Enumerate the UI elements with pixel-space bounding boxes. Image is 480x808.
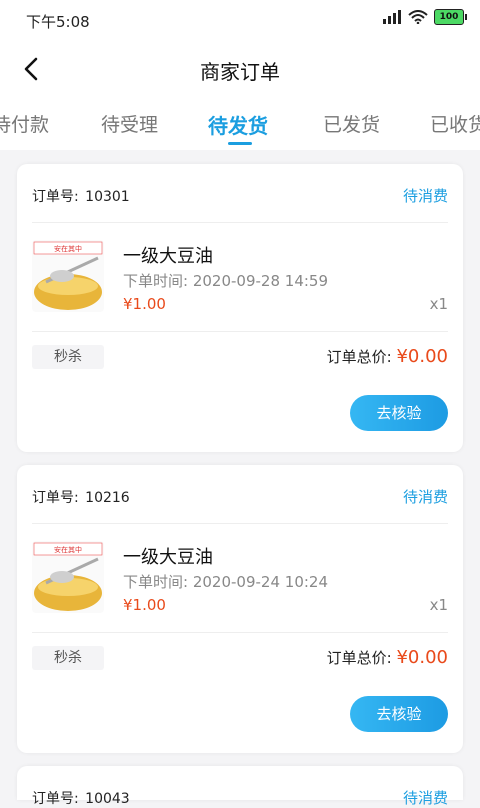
product-quantity: x1 (429, 295, 448, 313)
product-quantity: x1 (429, 596, 448, 614)
divider (32, 331, 448, 332)
signal-icon (383, 10, 401, 24)
page-title: 商家订单 (200, 60, 280, 84)
order-time-value: 2020-09-28 14:59 (192, 272, 329, 290)
order-number: 订单号: 10043 (32, 788, 130, 808)
status-bar: 下午5:08 100 (0, 0, 480, 40)
order-number-label: 订单号: (32, 189, 79, 205)
order-card: 订单号: 10216 待消费 安在其中 一级大豆油 下单时间: 2020-09-… (17, 465, 463, 753)
order-time-value: 2020-09-24 10:24 (192, 573, 329, 591)
order-status-tabs: 待付款 待受理 待发货 已发货 已收货 (0, 104, 480, 150)
battery-icon: 100 (434, 9, 467, 25)
order-number-value: 10043 (85, 791, 130, 807)
order-number: 订单号: 10301 (32, 186, 130, 206)
order-time: 下单时间: 2020-09-28 14:59 (123, 270, 328, 291)
order-number-value: 10216 (85, 490, 130, 506)
promo-tag: 秒杀 (32, 646, 104, 670)
order-total: 订单总价: ¥0.00 (327, 346, 448, 367)
order-number-label: 订单号: (32, 490, 79, 506)
order-card: 订单号: 10043 待消费 (17, 766, 463, 807)
order-number-label: 订单号: (32, 791, 79, 807)
top-area: 下午5:08 100 商家订单 待付款 待受理 待发货 已发货 已收货 (0, 0, 480, 150)
promo-tag: 秒杀 (32, 345, 104, 369)
order-total: 订单总价: ¥0.00 (327, 647, 448, 668)
order-time-label: 下单时间: (123, 272, 189, 290)
order-time-label: 下单时间: (123, 573, 189, 591)
nav-header: 商家订单 (0, 46, 480, 92)
order-total-amount: ¥0.00 (396, 346, 448, 367)
status-icons: 100 (382, 9, 467, 25)
status-time: 下午5:08 (26, 13, 90, 31)
tab-shipped[interactable]: 已发货 (323, 110, 380, 137)
product-price: ¥1.00 (123, 596, 166, 614)
verify-button[interactable]: 去核验 (350, 696, 448, 732)
product-name: 一级大豆油 (123, 246, 213, 267)
product-name: 一级大豆油 (123, 547, 213, 568)
product-thumbnail[interactable]: 安在其中 (32, 240, 104, 312)
product-thumbnail[interactable]: 安在其中 (32, 541, 104, 613)
tab-pending-accept[interactable]: 待受理 (101, 110, 158, 137)
divider (32, 523, 448, 524)
order-total-amount: ¥0.00 (396, 647, 448, 668)
verify-button[interactable]: 去核验 (350, 395, 448, 431)
active-tab-indicator (228, 142, 252, 145)
order-time: 下单时间: 2020-09-24 10:24 (123, 571, 328, 592)
thumb-text: 安在其中 (54, 244, 82, 253)
tab-pending-payment[interactable]: 待付款 (0, 110, 49, 137)
order-status: 待消费 (402, 488, 448, 506)
thumb-text: 安在其中 (54, 545, 82, 554)
order-total-label: 订单总价: (326, 348, 392, 366)
soybean-oil-image: 安在其中 (32, 541, 104, 613)
divider (32, 632, 448, 633)
wifi-icon (408, 10, 428, 24)
order-status: 待消费 (402, 789, 448, 807)
order-number-value: 10301 (85, 189, 130, 205)
tab-received[interactable]: 已收货 (430, 110, 480, 137)
order-card: 订单号: 10301 待消费 安在其中 一级大豆油 下单时间: 2020-09-… (17, 164, 463, 452)
product-price: ¥1.00 (123, 295, 166, 313)
soybean-oil-image: 安在其中 (32, 240, 104, 312)
divider (32, 222, 448, 223)
order-total-label: 订单总价: (326, 649, 392, 667)
order-number: 订单号: 10216 (32, 487, 130, 507)
tab-pending-shipment[interactable]: 待发货 (208, 110, 268, 139)
order-status: 待消费 (402, 187, 448, 205)
